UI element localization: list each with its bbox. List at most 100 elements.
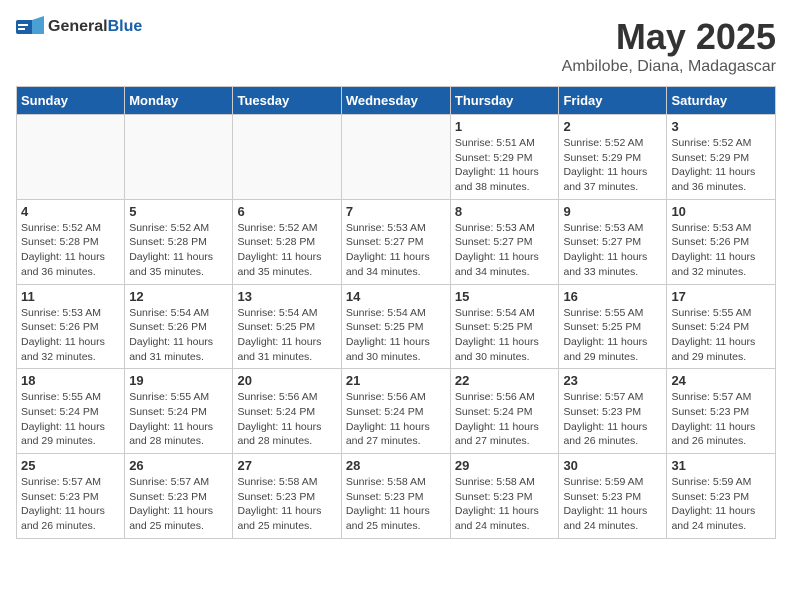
calendar-week-4: 18 Sunrise: 5:55 AM Sunset: 5:24 PM Dayli…: [17, 369, 776, 454]
day-number: 6: [237, 204, 336, 219]
calendar-cell: [233, 115, 341, 200]
calendar-cell: 2 Sunrise: 5:52 AM Sunset: 5:29 PM Daylig…: [559, 115, 667, 200]
logo: GeneralBlue: [16, 16, 142, 38]
day-number: 13: [237, 289, 336, 304]
day-number: 3: [671, 119, 771, 134]
day-info: Sunrise: 5:53 AM Sunset: 5:27 PM Dayligh…: [346, 221, 446, 280]
day-info: Sunrise: 5:55 AM Sunset: 5:24 PM Dayligh…: [21, 390, 120, 449]
logo-blue: Blue: [108, 18, 143, 35]
calendar-cell: 29 Sunrise: 5:58 AM Sunset: 5:23 PM Dayli…: [450, 454, 559, 539]
day-number: 25: [21, 458, 120, 473]
header: GeneralBlue May 2025 Ambilobe, Diana, Ma…: [16, 16, 776, 76]
day-info: Sunrise: 5:59 AM Sunset: 5:23 PM Dayligh…: [563, 475, 662, 534]
day-info: Sunrise: 5:55 AM Sunset: 5:24 PM Dayligh…: [129, 390, 228, 449]
calendar-header-wednesday: Wednesday: [341, 87, 450, 115]
calendar-cell: 21Sunrise: 5:56 AM Sunset: 5:24 PM Dayli…: [341, 369, 450, 454]
calendar-cell: 25 Sunrise: 5:57 AM Sunset: 5:23 PM Dayli…: [17, 454, 125, 539]
day-info: Sunrise: 5:52 AM Sunset: 5:28 PM Dayligh…: [237, 221, 336, 280]
day-number: 19: [129, 373, 228, 388]
day-number: 28: [346, 458, 446, 473]
calendar-cell: 7Sunrise: 5:53 AM Sunset: 5:27 PM Daylig…: [341, 199, 450, 284]
day-number: 8: [455, 204, 555, 219]
day-number: 31: [671, 458, 771, 473]
day-info: Sunrise: 5:53 AM Sunset: 5:26 PM Dayligh…: [21, 306, 120, 365]
day-number: 15: [455, 289, 555, 304]
day-number: 27: [237, 458, 336, 473]
day-number: 30: [563, 458, 662, 473]
logo-icon: [16, 16, 44, 38]
logo-general: General: [48, 18, 108, 35]
calendar-cell: 17Sunrise: 5:55 AM Sunset: 5:24 PM Dayli…: [667, 284, 776, 369]
location-title: Ambilobe, Diana, Madagascar: [562, 58, 776, 76]
calendar-cell: [17, 115, 125, 200]
day-info: Sunrise: 5:54 AM Sunset: 5:25 PM Dayligh…: [237, 306, 336, 365]
day-number: 11: [21, 289, 120, 304]
day-number: 24: [671, 373, 771, 388]
day-info: Sunrise: 5:51 AM Sunset: 5:29 PM Dayligh…: [455, 136, 555, 195]
calendar-cell: 5Sunrise: 5:52 AM Sunset: 5:28 PM Daylig…: [125, 199, 233, 284]
calendar-cell: 23 Sunrise: 5:57 AM Sunset: 5:23 PM Dayli…: [559, 369, 667, 454]
calendar-header-row: SundayMondayTuesdayWednesdayThursdayFrid…: [17, 87, 776, 115]
day-info: Sunrise: 5:52 AM Sunset: 5:29 PM Dayligh…: [671, 136, 771, 195]
calendar-header-tuesday: Tuesday: [233, 87, 341, 115]
day-number: 16: [563, 289, 662, 304]
calendar-cell: 19 Sunrise: 5:55 AM Sunset: 5:24 PM Dayli…: [125, 369, 233, 454]
day-number: 1: [455, 119, 555, 134]
day-number: 10: [671, 204, 771, 219]
day-number: 12: [129, 289, 228, 304]
day-info: Sunrise: 5:57 AM Sunset: 5:23 PM Dayligh…: [671, 390, 771, 449]
day-number: 22: [455, 373, 555, 388]
calendar-cell: 30 Sunrise: 5:59 AM Sunset: 5:23 PM Dayli…: [559, 454, 667, 539]
calendar-cell: 31 Sunrise: 5:59 AM Sunset: 5:23 PM Dayli…: [667, 454, 776, 539]
calendar-week-3: 11 Sunrise: 5:53 AM Sunset: 5:26 PM Dayli…: [17, 284, 776, 369]
day-info: Sunrise: 5:57 AM Sunset: 5:23 PM Dayligh…: [129, 475, 228, 534]
calendar-cell: 12 Sunrise: 5:54 AM Sunset: 5:26 PM Dayli…: [125, 284, 233, 369]
day-info: Sunrise: 5:54 AM Sunset: 5:26 PM Dayligh…: [129, 306, 228, 365]
day-info: Sunrise: 5:52 AM Sunset: 5:29 PM Dayligh…: [563, 136, 662, 195]
calendar-week-1: 1 Sunrise: 5:51 AM Sunset: 5:29 PM Daylig…: [17, 115, 776, 200]
calendar-cell: 14Sunrise: 5:54 AM Sunset: 5:25 PM Dayli…: [341, 284, 450, 369]
calendar-cell: 24 Sunrise: 5:57 AM Sunset: 5:23 PM Dayli…: [667, 369, 776, 454]
day-info: Sunrise: 5:59 AM Sunset: 5:23 PM Dayligh…: [671, 475, 771, 534]
calendar-cell: 27 Sunrise: 5:58 AM Sunset: 5:23 PM Dayli…: [233, 454, 341, 539]
calendar-cell: 16 Sunrise: 5:55 AM Sunset: 5:25 PM Dayli…: [559, 284, 667, 369]
day-info: Sunrise: 5:58 AM Sunset: 5:23 PM Dayligh…: [237, 475, 336, 534]
calendar-cell: 10 Sunrise: 5:53 AM Sunset: 5:26 PM Dayli…: [667, 199, 776, 284]
calendar-header-friday: Friday: [559, 87, 667, 115]
day-number: 20: [237, 373, 336, 388]
day-number: 29: [455, 458, 555, 473]
calendar-cell: 11 Sunrise: 5:53 AM Sunset: 5:26 PM Dayli…: [17, 284, 125, 369]
day-info: Sunrise: 5:56 AM Sunset: 5:24 PM Dayligh…: [346, 390, 446, 449]
calendar-cell: 26 Sunrise: 5:57 AM Sunset: 5:23 PM Dayli…: [125, 454, 233, 539]
calendar-cell: 1 Sunrise: 5:51 AM Sunset: 5:29 PM Daylig…: [450, 115, 559, 200]
day-info: Sunrise: 5:58 AM Sunset: 5:23 PM Dayligh…: [455, 475, 555, 534]
calendar-cell: 8 Sunrise: 5:53 AM Sunset: 5:27 PM Daylig…: [450, 199, 559, 284]
day-info: Sunrise: 5:52 AM Sunset: 5:28 PM Dayligh…: [21, 221, 120, 280]
day-info: Sunrise: 5:55 AM Sunset: 5:25 PM Dayligh…: [563, 306, 662, 365]
day-number: 5: [129, 204, 228, 219]
calendar-header-saturday: Saturday: [667, 87, 776, 115]
calendar-header-monday: Monday: [125, 87, 233, 115]
day-number: 26: [129, 458, 228, 473]
day-info: Sunrise: 5:57 AM Sunset: 5:23 PM Dayligh…: [563, 390, 662, 449]
month-title: May 2025: [562, 16, 776, 58]
calendar-header-sunday: Sunday: [17, 87, 125, 115]
day-info: Sunrise: 5:55 AM Sunset: 5:24 PM Dayligh…: [671, 306, 771, 365]
calendar-cell: [125, 115, 233, 200]
day-info: Sunrise: 5:56 AM Sunset: 5:24 PM Dayligh…: [237, 390, 336, 449]
calendar-table: SundayMondayTuesdayWednesdayThursdayFrid…: [16, 86, 776, 539]
calendar-cell: 22 Sunrise: 5:56 AM Sunset: 5:24 PM Dayli…: [450, 369, 559, 454]
day-info: Sunrise: 5:56 AM Sunset: 5:24 PM Dayligh…: [455, 390, 555, 449]
day-number: 18: [21, 373, 120, 388]
day-info: Sunrise: 5:53 AM Sunset: 5:27 PM Dayligh…: [455, 221, 555, 280]
day-info: Sunrise: 5:53 AM Sunset: 5:26 PM Dayligh…: [671, 221, 771, 280]
logo-text: GeneralBlue: [48, 18, 142, 36]
day-info: Sunrise: 5:57 AM Sunset: 5:23 PM Dayligh…: [21, 475, 120, 534]
calendar-cell: [341, 115, 450, 200]
calendar-cell: 13 Sunrise: 5:54 AM Sunset: 5:25 PM Dayli…: [233, 284, 341, 369]
calendar-header-thursday: Thursday: [450, 87, 559, 115]
calendar-cell: 9Sunrise: 5:53 AM Sunset: 5:27 PM Daylig…: [559, 199, 667, 284]
day-number: 2: [563, 119, 662, 134]
day-number: 23: [563, 373, 662, 388]
calendar-week-5: 25 Sunrise: 5:57 AM Sunset: 5:23 PM Dayli…: [17, 454, 776, 539]
